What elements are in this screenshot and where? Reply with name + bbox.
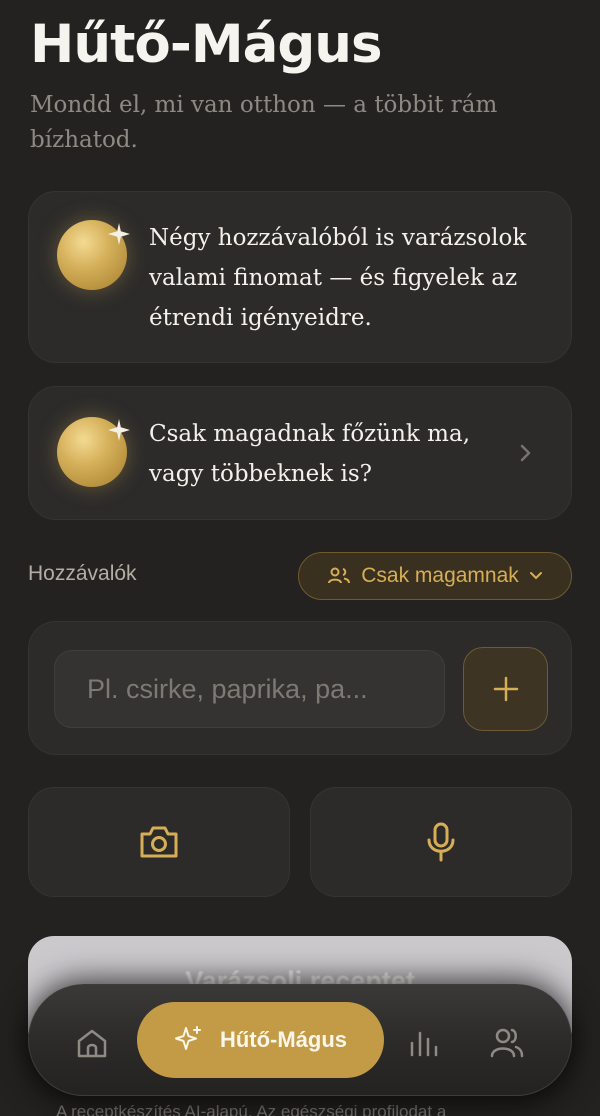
ingredient-input[interactable] — [54, 650, 445, 728]
sparkle-icon — [108, 223, 130, 245]
app-title: Hűtő-Mágus — [30, 14, 383, 75]
servings-question-card[interactable]: Csak magadnak főzünk ma, vagy többeknek … — [28, 386, 572, 520]
chevron-down-icon — [529, 572, 542, 580]
community-icon[interactable] — [489, 1025, 525, 1061]
sparkles-icon — [174, 1026, 201, 1050]
camera-icon — [140, 826, 178, 858]
home-icon[interactable] — [74, 1025, 110, 1061]
ingredient-input-card — [28, 621, 572, 755]
plus-icon — [493, 676, 518, 702]
nav-active-label: Hűtő-Mágus — [219, 1027, 348, 1052]
ai-disclaimer: A receptkészítés AI-alapú. Az egészségi … — [56, 1102, 447, 1116]
nav-tab-hutomagus[interactable]: Hűtő-Mágus — [137, 1002, 384, 1078]
serving-size-dropdown[interactable]: Csak magamnak — [298, 552, 572, 600]
stats-icon[interactable] — [407, 1025, 443, 1061]
camera-button[interactable] — [28, 787, 290, 897]
add-ingredient-button[interactable] — [463, 647, 548, 731]
microphone-icon — [427, 822, 455, 862]
app-subtitle: Mondd el, mi van otthon — a többit rám b… — [30, 92, 498, 153]
microphone-button[interactable] — [310, 787, 572, 897]
intro-text: Négy hozzávalóból is varázsolok valami f… — [149, 225, 527, 331]
bottom-navigation: Hűtő-Mágus — [28, 984, 572, 1096]
servings-question-text: Csak magadnak főzünk ma, vagy többeknek … — [149, 421, 471, 487]
ingredients-label: Hozzávalók — [28, 562, 137, 585]
chevron-right-icon — [520, 444, 531, 462]
sparkle-icon — [108, 419, 130, 441]
people-icon — [328, 567, 351, 584]
serving-size-value: Csak magamnak — [361, 564, 519, 587]
intro-card: Négy hozzávalóból is varázsolok valami f… — [28, 191, 572, 363]
